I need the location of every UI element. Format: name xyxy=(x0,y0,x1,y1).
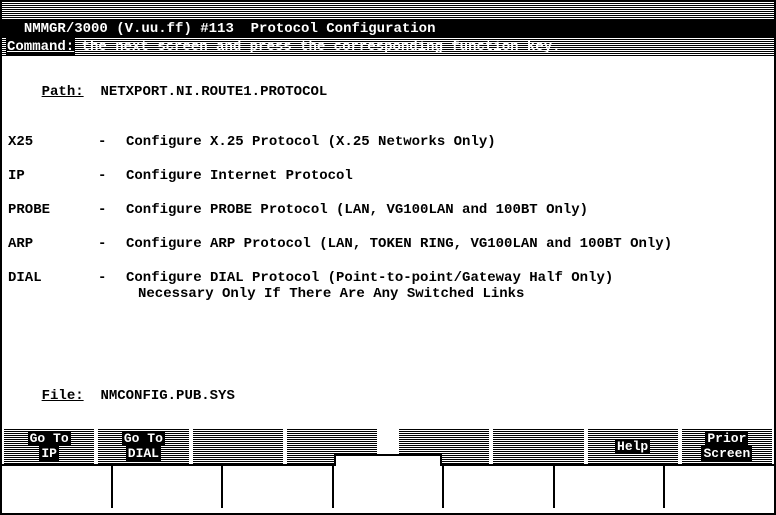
main-panel: Path: NETXPORT.NI.ROUTE1.PROTOCOL X25- C… xyxy=(2,56,774,428)
fkey-line2: Screen xyxy=(701,446,752,461)
fkey-line2: IP xyxy=(39,446,59,461)
option-row-arp: ARP- Configure ARP Protocol (LAN, TOKEN … xyxy=(8,236,768,252)
option-desc2: Necessary Only If There Are Any Switched… xyxy=(138,286,768,302)
bottom-box-6 xyxy=(555,466,666,508)
fkey-8[interactable]: PriorScreen xyxy=(682,428,772,464)
fkey-line1: Go To xyxy=(28,431,71,446)
dash: - xyxy=(98,236,126,252)
option-row-probe: PROBE- Configure PROBE Protocol (LAN, VG… xyxy=(8,202,768,218)
bottom-box-3 xyxy=(223,466,334,508)
fkey-3 xyxy=(193,428,283,464)
fkey-7[interactable]: Help xyxy=(588,428,678,464)
bottom-box-7 xyxy=(665,466,774,508)
option-key: IP xyxy=(8,168,98,184)
path-row: Path: NETXPORT.NI.ROUTE1.PROTOCOL xyxy=(8,68,768,116)
option-desc: Configure X.25 Protocol (X.25 Networks O… xyxy=(126,134,768,150)
bottom-boxes xyxy=(2,464,774,508)
option-key: PROBE xyxy=(8,202,98,218)
option-desc: Configure DIAL Protocol (Point-to-point/… xyxy=(126,270,768,286)
path-value: NETXPORT.NI.ROUTE1.PROTOCOL xyxy=(100,84,327,100)
option-row-dial: DIAL- Configure DIAL Protocol (Point-to-… xyxy=(8,270,768,286)
dash: - xyxy=(98,270,126,286)
fkey-line1 xyxy=(438,431,450,446)
dash: - xyxy=(98,168,126,184)
fkey-line2 xyxy=(532,446,544,461)
file-row: File: NMCONFIG.PUB.SYS xyxy=(8,372,235,420)
fkey-line1 xyxy=(326,431,338,446)
command-label: Command: xyxy=(6,38,75,56)
option-key: X25 xyxy=(8,134,98,150)
fkey-6 xyxy=(493,428,583,464)
bottom-box-2 xyxy=(113,466,224,508)
option-row-ip: IP- Configure Internet Protocol xyxy=(8,168,768,184)
path-label: Path: xyxy=(42,84,84,100)
fkey-line1 xyxy=(232,431,244,446)
bottom-box-1 xyxy=(2,466,113,508)
bottom-box-4 xyxy=(334,466,445,508)
bottom-box-5 xyxy=(444,466,555,508)
fkey-line1: Help xyxy=(615,439,650,454)
option-desc: Configure PROBE Protocol (LAN, VG100LAN … xyxy=(126,202,768,218)
dash: - xyxy=(98,202,126,218)
fkey-line2: DIAL xyxy=(126,446,161,461)
fkey-line2 xyxy=(232,446,244,461)
option-key: ARP xyxy=(8,236,98,252)
command-input[interactable] xyxy=(75,38,774,56)
option-key: DIAL xyxy=(8,270,98,286)
fkey-line1: Prior xyxy=(705,431,748,446)
dash: - xyxy=(98,134,126,150)
fkey-line1: Go To xyxy=(122,431,165,446)
option-row-x25: X25- Configure X.25 Protocol (X.25 Netwo… xyxy=(8,134,768,150)
command-bar: Command: xyxy=(2,38,774,56)
fkey-2[interactable]: Go ToDIAL xyxy=(98,428,188,464)
title-bar: NMMGR/3000 (V.uu.ff) #113 Protocol Confi… xyxy=(2,2,774,20)
options-list: X25- Configure X.25 Protocol (X.25 Netwo… xyxy=(8,134,768,302)
file-value: NMCONFIG.PUB.SYS xyxy=(100,388,234,404)
fkey-1[interactable]: Go ToIP xyxy=(4,428,94,464)
file-label: File: xyxy=(42,388,84,404)
option-desc: Configure Internet Protocol xyxy=(126,168,768,184)
fkey-line1 xyxy=(532,431,544,446)
option-desc: Configure ARP Protocol (LAN, TOKEN RING,… xyxy=(126,236,768,252)
app-title: NMMGR/3000 (V.uu.ff) #113 Protocol Confi… xyxy=(23,21,437,37)
